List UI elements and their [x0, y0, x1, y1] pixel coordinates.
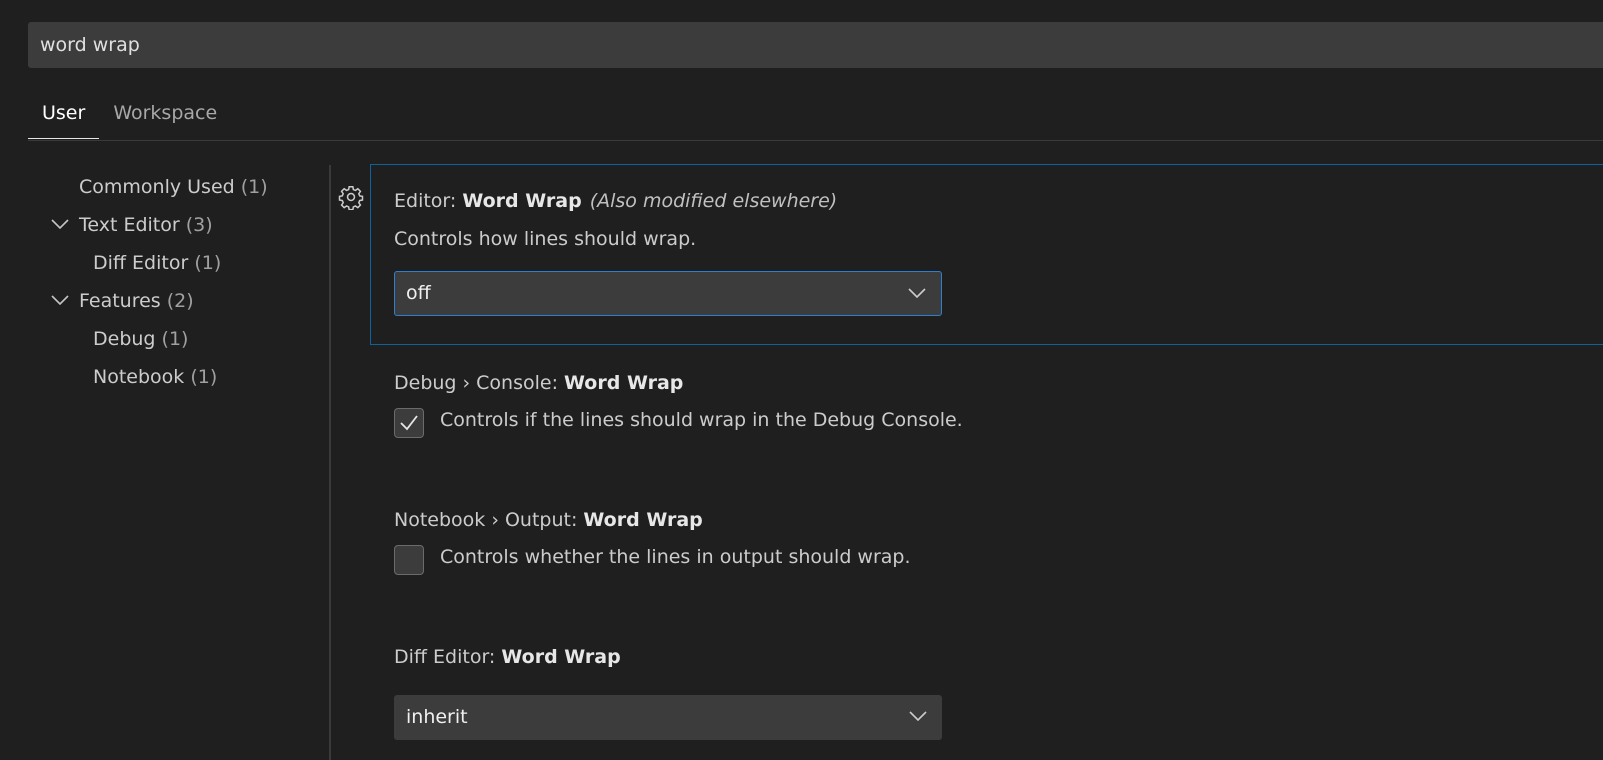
tab-workspace[interactable]: Workspace — [99, 92, 231, 139]
setting-category: Editor: — [394, 190, 463, 212]
setting-diff-editor-word-wrap: Diff Editor: Word Wrap — [394, 644, 621, 670]
notebook-output-word-wrap-checkbox[interactable] — [394, 545, 424, 575]
toc-item-count: (1) — [190, 366, 218, 388]
toc-item-count: (1) — [194, 252, 222, 274]
setting-title: Editor: Word Wrap (Also modified elsewher… — [394, 188, 837, 214]
toc-divider — [329, 165, 331, 760]
setting-debug-console-word-wrap: Debug › Console: Word Wrap — [394, 370, 683, 396]
toc-item-label: Notebook — [93, 366, 185, 388]
toc-item-text-editor[interactable]: Text Editor (3) — [0, 206, 330, 244]
setting-title: Diff Editor: Word Wrap — [394, 644, 621, 670]
modified-elsewhere-link[interactable]: (Also modified elsewhere) — [590, 190, 838, 212]
toc-item-debug[interactable]: Debug (1) — [0, 320, 330, 358]
checkbox-description[interactable]: Controls if the lines should wrap in the… — [440, 409, 963, 431]
diff-editor-word-wrap-select[interactable]: inherit — [394, 695, 942, 740]
toc-item-count: (2) — [166, 290, 194, 312]
setting-category: Diff Editor: — [394, 646, 502, 668]
toc-item-features[interactable]: Features (2) — [0, 282, 330, 320]
chevron-down-icon[interactable] — [50, 206, 70, 244]
chevron-down-icon[interactable] — [50, 282, 70, 320]
check-icon — [400, 415, 418, 431]
setting-notebook-output-word-wrap: Notebook › Output: Word Wrap — [394, 507, 703, 533]
toc-item-label: Commonly Used — [79, 176, 235, 198]
toc-item-label: Text Editor — [79, 214, 180, 236]
gear-icon[interactable] — [338, 184, 364, 210]
setting-title: Notebook › Output: Word Wrap — [394, 507, 703, 533]
toc-item-label: Diff Editor — [93, 252, 189, 274]
setting-category: Notebook › Output: — [394, 509, 584, 531]
toc-item-count: (1) — [161, 328, 189, 350]
setting-description: Controls how lines should wrap. — [394, 228, 697, 250]
setting-key: Word Wrap — [564, 372, 684, 394]
settings-search-box[interactable] — [28, 22, 1603, 68]
select-value: off — [406, 282, 431, 304]
setting-key: Word Wrap — [462, 190, 582, 212]
toc-item-notebook[interactable]: Notebook (1) — [0, 358, 330, 396]
editor-word-wrap-select[interactable]: off — [394, 271, 942, 316]
toc-item-diff-editor[interactable]: Diff Editor (1) — [0, 244, 330, 282]
chevron-down-icon — [909, 711, 927, 722]
toc-item-commonly-used[interactable]: Commonly Used (1) — [0, 168, 330, 206]
setting-title: Debug › Console: Word Wrap — [394, 370, 683, 396]
setting-category: Debug › Console: — [394, 372, 565, 394]
toc-item-count: (1) — [240, 176, 268, 198]
setting-editor-word-wrap: Editor: Word Wrap (Also modified elsewher… — [394, 188, 837, 250]
select-value: inherit — [406, 706, 468, 728]
toc-item-count: (3) — [185, 214, 213, 236]
setting-key: Word Wrap — [501, 646, 621, 668]
toc-item-label: Debug — [93, 328, 156, 350]
settings-scope-tabs: User Workspace — [28, 92, 1603, 141]
setting-key: Word Wrap — [583, 509, 703, 531]
toc-item-label: Features — [79, 290, 161, 312]
settings-toc: Commonly Used (1) Text Editor (3) Diff E… — [0, 168, 330, 396]
search-input[interactable] — [40, 34, 1603, 56]
debug-console-word-wrap-checkbox[interactable] — [394, 408, 424, 438]
chevron-down-icon — [908, 288, 926, 299]
checkbox-description[interactable]: Controls whether the lines in output sho… — [440, 546, 911, 568]
tab-user[interactable]: User — [28, 92, 100, 139]
settings-editor: User Workspace Commonly Used (1) Text Ed… — [0, 0, 1603, 760]
